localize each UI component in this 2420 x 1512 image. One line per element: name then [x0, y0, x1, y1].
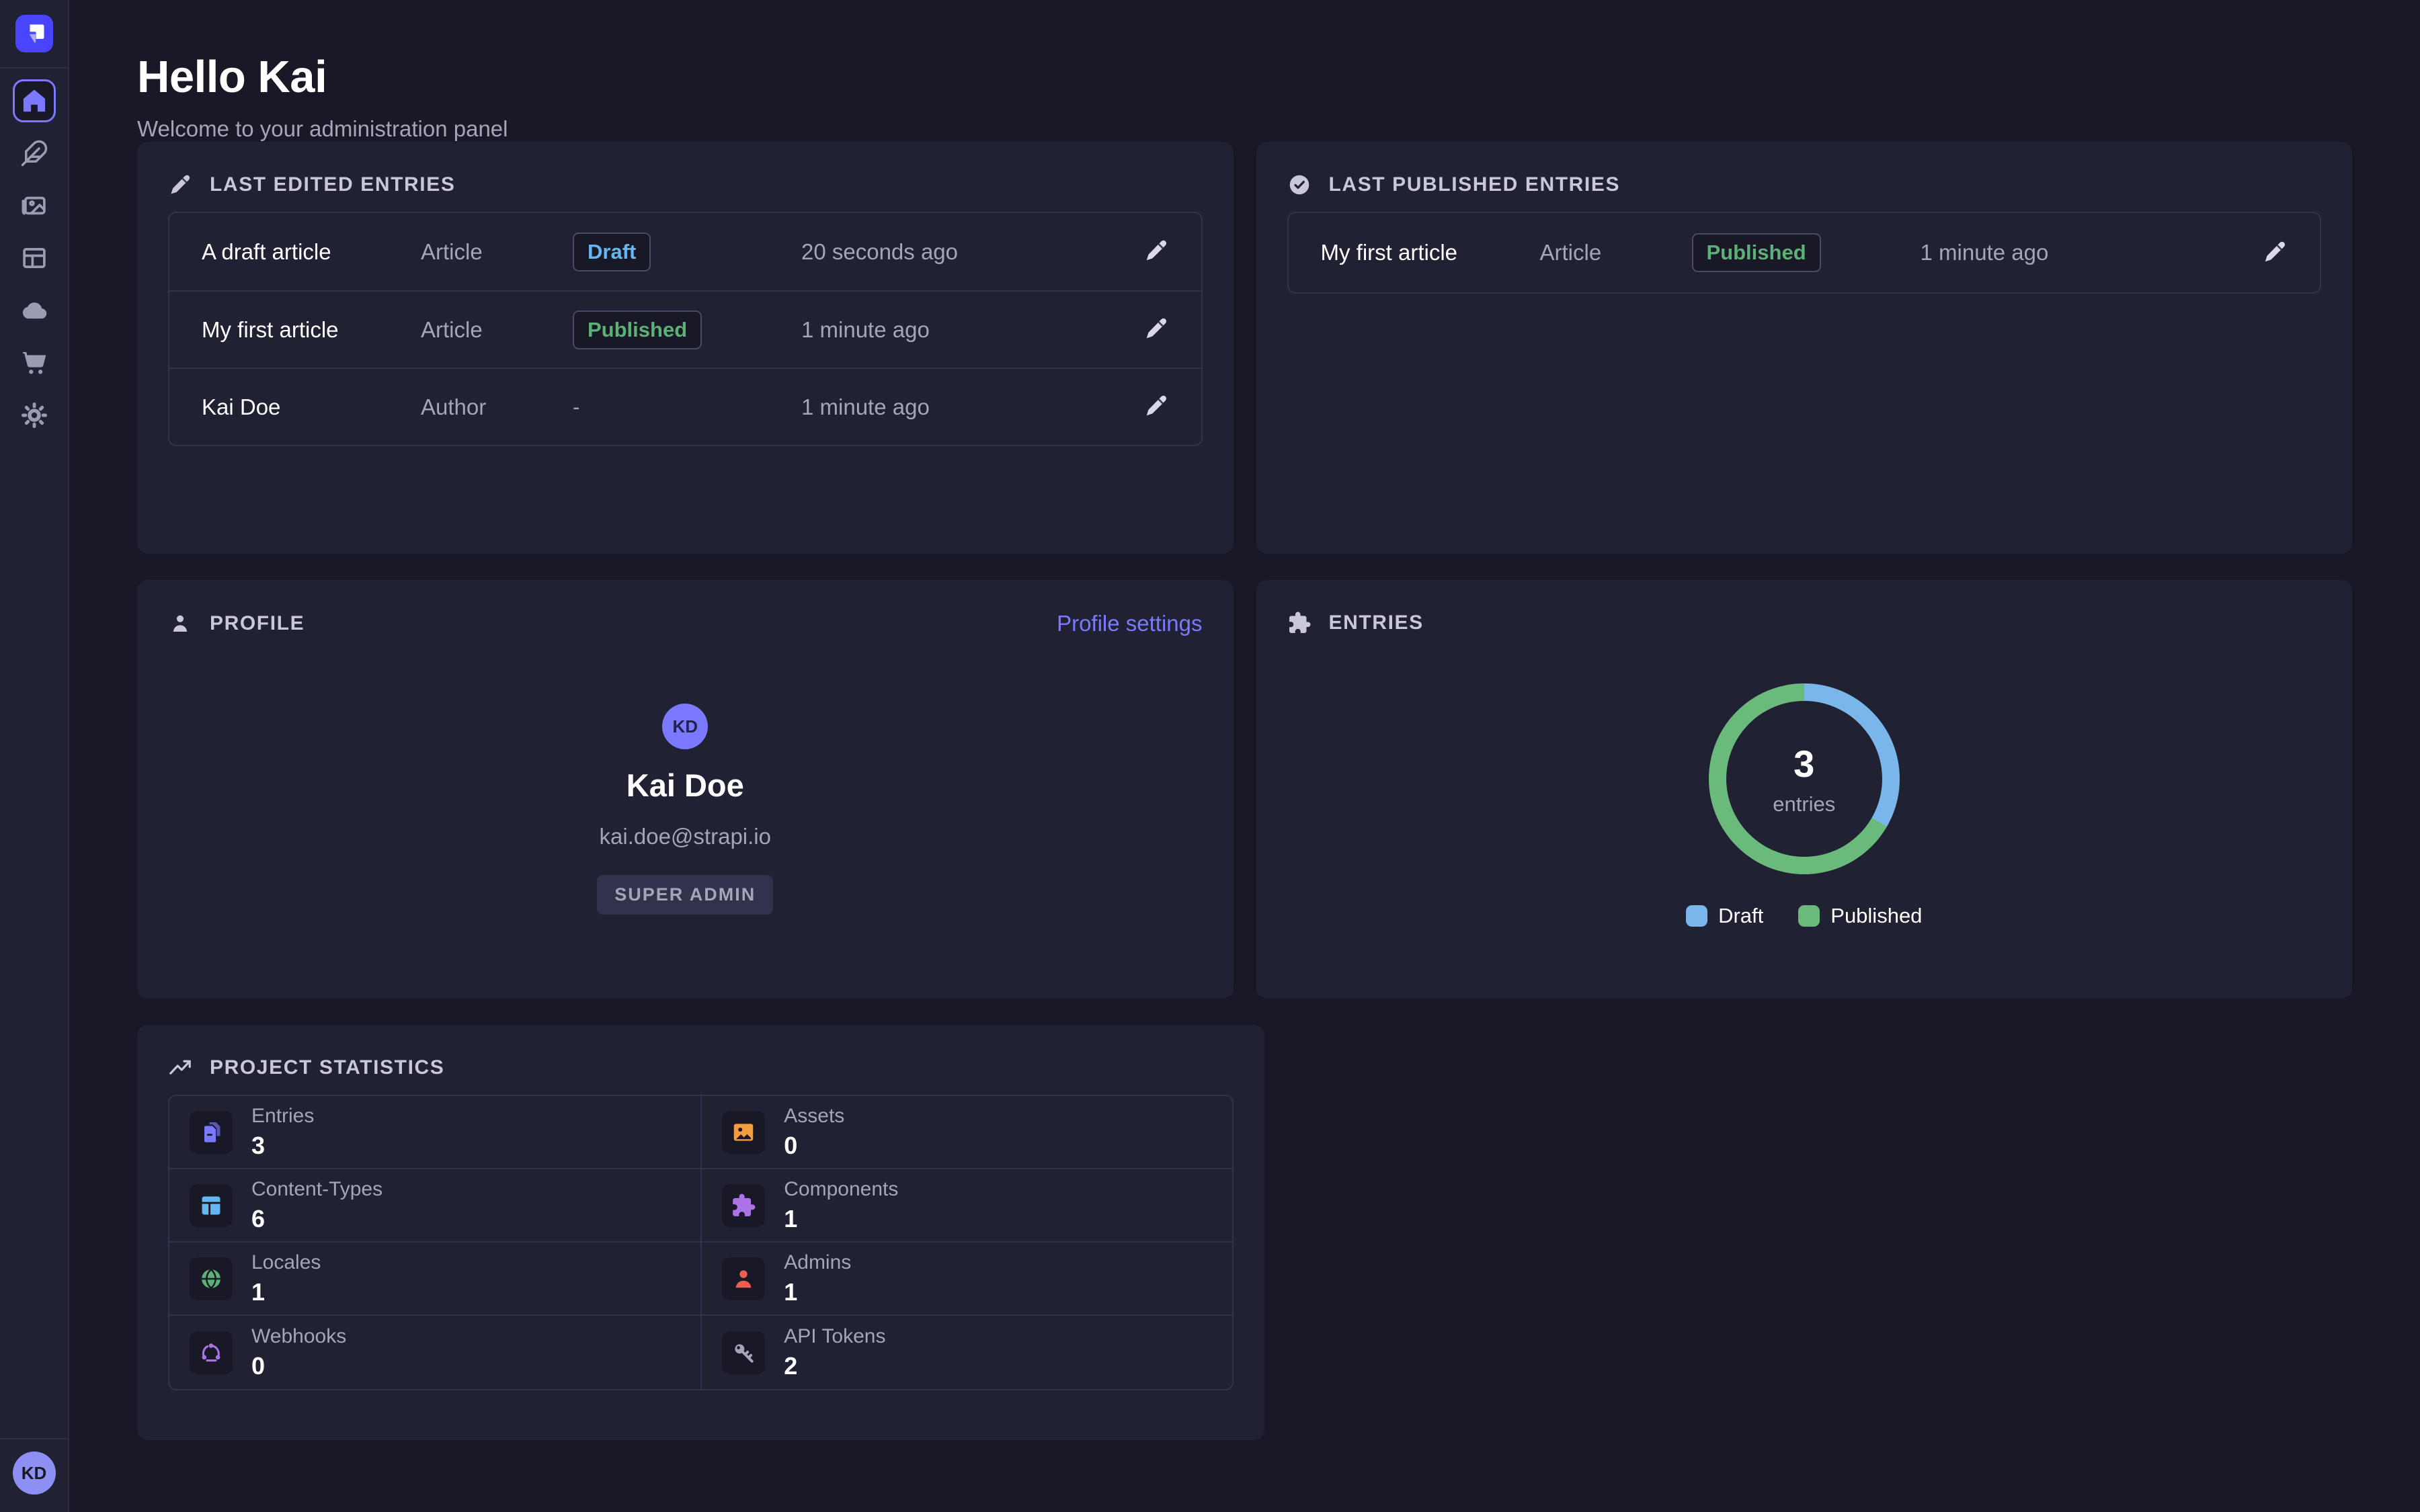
sidebar-item-marketplace[interactable] [13, 341, 56, 384]
trending-up-icon [168, 1056, 192, 1080]
stat-admins: Admins 1 [700, 1243, 1232, 1316]
page-subtitle: Welcome to your administration panel [137, 116, 2352, 142]
entry-name: My first article [1321, 240, 1540, 265]
profile-name: Kai Doe [627, 767, 744, 804]
empty-column [1287, 1025, 2353, 1440]
sidebar-item-home[interactable] [13, 79, 56, 122]
profile-avatar: KD [662, 704, 708, 749]
profile-email: kai.doe@strapi.io [600, 824, 771, 849]
project-statistics-panel: PROJECT STATISTICS Entries [137, 1025, 1264, 1440]
admin-user-icon [722, 1257, 765, 1300]
feather-icon [20, 139, 48, 167]
page-title: Hello Kai [137, 51, 2352, 103]
status-badge: Published [1692, 233, 1821, 272]
donut-total: 3 [1793, 742, 1814, 786]
strapi-logo[interactable] [15, 15, 53, 52]
panel-title: PROFILE [210, 612, 305, 635]
stat-webhooks: Webhooks 0 [169, 1316, 700, 1389]
layout-grid-icon [190, 1184, 233, 1227]
stat-components: Components 1 [700, 1169, 1232, 1243]
table-row[interactable]: My first article Article Published 1 min… [1289, 213, 2321, 292]
puzzle-piece-icon [722, 1184, 765, 1227]
stat-content-types: Content-Types 6 [169, 1169, 700, 1243]
status-badge: - [573, 395, 579, 419]
entry-type: Author [421, 394, 573, 420]
edit-entry-button[interactable] [1143, 238, 1169, 265]
table-row[interactable]: Kai Doe Author - 1 minute ago [169, 368, 1201, 445]
sidebar-item-content-type-builder[interactable] [13, 237, 56, 280]
edit-entry-button[interactable] [1143, 393, 1169, 421]
chart-legend: Draft Published [1686, 904, 1922, 928]
sidebar: KD [0, 0, 69, 1512]
table-row[interactable]: My first article Article Published 1 min… [169, 290, 1201, 368]
user-avatar[interactable]: KD [13, 1452, 56, 1495]
entry-time: 1 minute ago [801, 317, 1104, 343]
sidebar-divider [0, 67, 69, 69]
last-edited-table: A draft article Article Draft 20 seconds… [168, 212, 1203, 446]
panel-title: LAST EDITED ENTRIES [210, 173, 455, 196]
images-icon [20, 192, 48, 220]
globe-icon [190, 1257, 233, 1300]
profile-settings-link[interactable]: Profile settings [1057, 611, 1202, 636]
shopping-cart-icon [20, 349, 48, 377]
layout-icon [20, 244, 48, 272]
sidebar-footer: KD [0, 1423, 69, 1512]
sidebar-item-deploy[interactable] [13, 289, 56, 332]
panel-title: ENTRIES [1329, 612, 1424, 634]
entries-panel: ENTRIES 3 entries Draft [1256, 580, 2353, 999]
last-edited-entries-panel: LAST EDITED ENTRIES A draft article Arti… [137, 142, 1234, 554]
entry-time: 1 minute ago [1921, 240, 2223, 265]
files-icon [190, 1111, 233, 1154]
entry-time: 1 minute ago [801, 394, 1104, 420]
sidebar-nav [13, 79, 56, 437]
entry-type: Article [421, 317, 573, 343]
entry-type: Article [421, 239, 573, 265]
strapi-admin-dashboard: KD Hello Kai Welcome to your administrat… [0, 0, 2420, 1512]
draft-swatch [1686, 905, 1707, 927]
entry-name: My first article [202, 317, 421, 343]
entry-name: A draft article [202, 239, 421, 265]
person-icon [168, 612, 192, 636]
strapi-logo-icon [15, 15, 53, 52]
last-published-table: My first article Article Published 1 min… [1287, 212, 2322, 294]
sidebar-footer-divider [0, 1438, 69, 1439]
stat-locales: Locales 1 [169, 1243, 700, 1316]
donut-total-label: entries [1773, 792, 1835, 816]
key-icon [722, 1331, 765, 1374]
status-badge: Published [573, 310, 702, 349]
check-circle-icon [1287, 173, 1312, 197]
legend-item-draft: Draft [1686, 904, 1763, 928]
stat-entries: Entries 3 [169, 1096, 700, 1169]
entries-donut-chart: 3 entries [1709, 683, 1900, 874]
sidebar-item-settings[interactable] [13, 394, 56, 437]
image-icon [722, 1111, 765, 1154]
panel-title: LAST PUBLISHED ENTRIES [1329, 173, 1621, 196]
project-statistics-table: Entries 3 Assets [168, 1095, 1234, 1390]
table-row[interactable]: A draft article Article Draft 20 seconds… [169, 213, 1201, 290]
gear-icon [20, 401, 48, 429]
stat-assets: Assets 0 [700, 1096, 1232, 1169]
sidebar-item-content-manager[interactable] [13, 132, 56, 175]
home-icon [20, 87, 48, 115]
entry-time: 20 seconds ago [801, 239, 1104, 265]
sidebar-item-media-library[interactable] [13, 184, 56, 227]
stat-api-tokens: API Tokens 2 [700, 1316, 1232, 1389]
role-badge: SUPER ADMIN [597, 875, 773, 915]
edit-entry-button[interactable] [2262, 239, 2288, 267]
main-content: Hello Kai Welcome to your administration… [69, 0, 2420, 1512]
panel-title: PROJECT STATISTICS [210, 1056, 444, 1079]
edit-entry-button[interactable] [1143, 316, 1169, 343]
entry-name: Kai Doe [202, 394, 421, 420]
pencil-icon [168, 173, 192, 197]
status-badge: Draft [573, 233, 651, 271]
profile-panel: PROFILE Profile settings KD Kai Doe kai.… [137, 580, 1234, 999]
webhook-icon [190, 1331, 233, 1374]
entry-type: Article [1540, 240, 1692, 265]
published-swatch [1798, 905, 1820, 927]
cloud-icon [20, 296, 48, 325]
legend-item-published: Published [1798, 904, 1922, 928]
puzzle-icon [1287, 611, 1312, 635]
last-published-entries-panel: LAST PUBLISHED ENTRIES My first article … [1256, 142, 2353, 554]
